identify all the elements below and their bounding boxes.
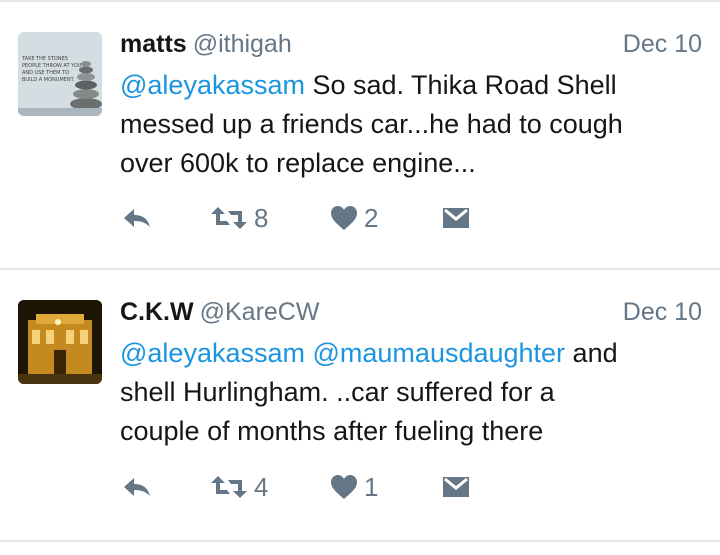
like-count: 1	[364, 471, 379, 502]
mention-link[interactable]: @aleyakassam	[120, 338, 305, 368]
tweet-actions: 4 1	[120, 467, 680, 507]
tweet-header: C.K.W @KareCW Dec 10	[120, 298, 702, 334]
avatar-image: TAKE THE STONES PEOPLE THROW AT YOU AND …	[18, 32, 102, 116]
tweet-text-segment	[305, 338, 313, 368]
mention-link[interactable]: @maumausdaughter	[313, 338, 566, 368]
avatar-quote-line: AND USE THEM TO	[22, 70, 69, 76]
tweet-text-segment: over 600k to replace engine...	[120, 148, 476, 178]
retweet-count: 8	[254, 202, 269, 233]
tweet-header: matts @ithigah Dec 10	[120, 30, 702, 66]
tweet[interactable]: C.K.W @KareCW Dec 10 @aleyakassam @maumau…	[0, 270, 720, 540]
tweet-text-line: messed up a friends car...he had to coug…	[120, 105, 710, 144]
tweet-text-line: shell Hurlingham. ..car suffered for a	[120, 373, 710, 412]
avatar-quote-line: TAKE THE STONES	[21, 56, 68, 62]
tweet-text: @aleyakassam @maumausdaughter and shell H…	[120, 334, 710, 451]
tweet-text-segment: shell Hurlingham. ..car suffered for a	[120, 377, 555, 407]
tweet-actions: 8 2	[120, 198, 680, 238]
avatar[interactable]: TAKE THE STONES PEOPLE THROW AT YOU AND …	[18, 32, 102, 116]
like-count: 2	[364, 202, 379, 233]
direct-message-icon	[443, 477, 469, 497]
like-button[interactable]: 1	[330, 467, 378, 507]
tweet-text-line: couple of months after fueling there	[120, 412, 710, 451]
tweet-text-segment: couple of months after fueling there	[120, 416, 544, 446]
direct-message-icon	[443, 208, 469, 228]
tweet-date[interactable]: Dec 10	[623, 30, 702, 59]
reply-button[interactable]	[122, 467, 152, 507]
avatar-quote-line: PEOPLE THROW AT YOU	[22, 63, 82, 69]
avatar-image	[18, 300, 102, 384]
display-name[interactable]: matts	[120, 30, 187, 58]
reply-icon	[124, 478, 150, 496]
tweet-text-line: @aleyakassam @maumausdaughter and	[120, 334, 710, 373]
direct-message-button[interactable]	[442, 198, 470, 238]
tweet[interactable]: TAKE THE STONES PEOPLE THROW AT YOU AND …	[0, 0, 720, 268]
avatar-quote-line: BUILD A MONUMENT.	[22, 77, 75, 83]
heart-icon	[331, 206, 357, 230]
tweet-text-segment: messed up a friends car...he had to coug…	[120, 109, 623, 139]
display-name[interactable]: C.K.W	[120, 298, 194, 326]
retweet-icon	[211, 207, 247, 229]
tweet-text-segment: So sad. Thika Road Shell	[304, 70, 617, 100]
heart-icon	[331, 475, 357, 499]
reply-icon	[124, 209, 150, 227]
retweet-count: 4	[254, 471, 269, 502]
avatar[interactable]	[18, 300, 102, 384]
direct-message-button[interactable]	[442, 467, 470, 507]
reply-button[interactable]	[122, 198, 152, 238]
username-handle[interactable]: @ithigah	[193, 30, 292, 58]
tweet-date[interactable]: Dec 10	[623, 298, 702, 327]
tweet-text-segment: and	[565, 338, 618, 368]
tweet-text: @aleyakassam So sad. Thika Road Shell mes…	[120, 66, 710, 183]
like-button[interactable]: 2	[330, 198, 378, 238]
retweet-icon	[211, 476, 247, 498]
mention-link[interactable]: @aleyakassam	[120, 70, 305, 100]
username-handle[interactable]: @KareCW	[200, 298, 320, 326]
retweet-button[interactable]: 8	[210, 198, 268, 238]
retweet-button[interactable]: 4	[210, 467, 268, 507]
tweet-text-line: over 600k to replace engine...	[120, 144, 710, 183]
bottom-divider	[0, 540, 720, 542]
tweet-text-line: @aleyakassam So sad. Thika Road Shell	[120, 66, 710, 105]
